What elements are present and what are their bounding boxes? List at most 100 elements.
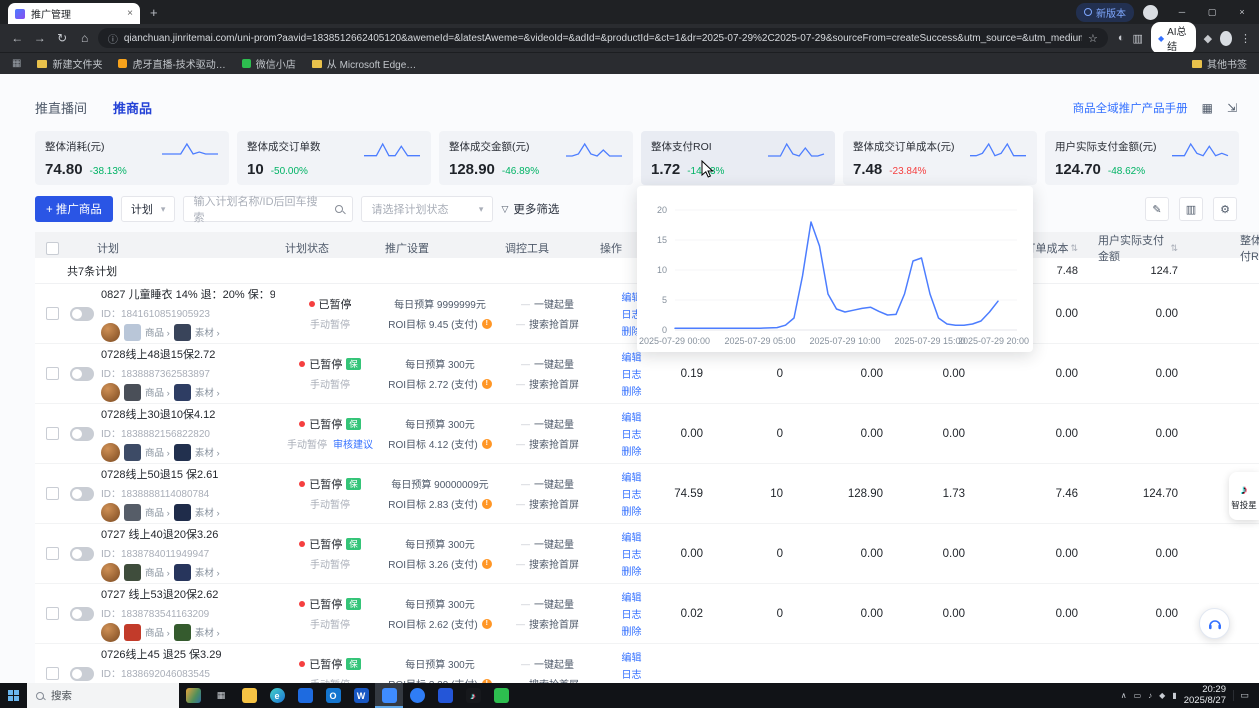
product-link[interactable]: 商品 › (145, 325, 170, 339)
tray-volume-icon[interactable]: ♪ (1148, 691, 1152, 700)
row-checkbox[interactable] (46, 307, 59, 320)
home-icon[interactable]: ⌂ (75, 31, 93, 45)
plan-toggle[interactable] (70, 427, 94, 441)
word-icon[interactable]: W (347, 683, 375, 708)
refresh-icon[interactable]: ↻ (53, 31, 71, 45)
new-tab-button[interactable]: + (150, 5, 158, 20)
review-suggestion-link[interactable]: 审核建议 (333, 436, 373, 451)
site-info-icon[interactable]: ⓘ (108, 31, 118, 46)
plan-toggle[interactable] (70, 607, 94, 621)
extensions-icon[interactable]: ◆ (1204, 32, 1212, 45)
forward-icon[interactable]: → (30, 31, 48, 45)
action-link[interactable]: 日志 (622, 486, 642, 501)
browser-menu-icon[interactable]: ⋮ (1240, 32, 1251, 45)
product-manual-link[interactable]: 商品全域推广产品手册 (1073, 100, 1188, 116)
tool-item[interactable]: —一键起量 (521, 356, 574, 371)
tool-item[interactable]: —一键起量 (521, 416, 574, 431)
app-blue2-icon[interactable] (431, 683, 459, 708)
tool-item[interactable]: —搜索抢首屏 (516, 616, 579, 631)
product-link[interactable]: 商品 › (145, 565, 170, 579)
plan-name[interactable]: 0727 线上40退20保3.26 (101, 526, 220, 542)
stat-card[interactable]: 整体成交订单成本(元)7.48-23.84% (843, 131, 1037, 185)
tab-close-icon[interactable]: × (127, 8, 133, 19)
action-link[interactable]: 编辑 (622, 409, 642, 424)
start-button[interactable] (0, 683, 27, 708)
material-link[interactable]: 素材 › (195, 325, 220, 339)
tool-item[interactable]: —搜索抢首屏 (516, 676, 579, 683)
stat-card[interactable]: 整体成交金额(元)128.90-46.89% (439, 131, 633, 185)
product-link[interactable]: 商品 › (145, 625, 170, 639)
tool-item[interactable]: —一键起量 (521, 596, 574, 611)
window-close-button[interactable]: × (1227, 0, 1257, 24)
material-link[interactable]: 素材 › (195, 625, 220, 639)
more-filters-button[interactable]: ▽ 更多筛选 (501, 201, 559, 217)
plan-name[interactable]: 0727 线上53退20保2.62 (101, 586, 220, 602)
plan-status-select[interactable]: 请选择计划状态 ▾ (361, 196, 493, 222)
sort-icon[interactable]: ⇅ (1170, 243, 1178, 254)
tab-promote-product[interactable]: 推商品 (113, 98, 152, 117)
row-checkbox[interactable] (46, 667, 59, 680)
plan-type-select[interactable]: 计划 ▾ (121, 196, 176, 222)
plan-name[interactable]: 0728线上30退10保4.12 (101, 406, 220, 422)
plan-name[interactable]: 0728线上48退15保2.72 (101, 346, 220, 362)
tool-item[interactable]: —搜索抢首屏 (516, 556, 579, 571)
task-view-icon[interactable]: ▦ (207, 683, 235, 708)
material-link[interactable]: 素材 › (195, 565, 220, 579)
widgets-thumbnail[interactable] (179, 683, 207, 708)
plan-toggle[interactable] (70, 547, 94, 561)
stat-card[interactable]: 整体消耗(元)74.80-38.13% (35, 131, 229, 185)
browser-essentials-icon[interactable]: ◐ (1118, 32, 1125, 44)
tool-item[interactable]: —搜索抢首屏 (516, 496, 579, 511)
action-link[interactable]: 编辑 (622, 469, 642, 484)
bookmark-item[interactable]: 从 Microsoft Edge… (312, 56, 416, 71)
tiktok-icon[interactable]: ♪ (459, 683, 487, 708)
plan-toggle[interactable] (70, 487, 94, 501)
grid-view-icon[interactable]: ▦ (1202, 101, 1213, 115)
promote-product-button[interactable]: + 推广商品 (35, 196, 113, 222)
row-checkbox[interactable] (46, 427, 59, 440)
tool-item[interactable]: —一键起量 (521, 296, 574, 311)
assistant-widget[interactable]: ♪ 智投星 (1229, 472, 1259, 520)
favorite-star-icon[interactable]: ☆ (1088, 32, 1098, 45)
plan-toggle[interactable] (70, 367, 94, 381)
row-checkbox[interactable] (46, 607, 59, 620)
tool-item[interactable]: —搜索抢首屏 (516, 316, 579, 331)
action-link[interactable]: 日志 (622, 606, 642, 621)
metrics-columns-icon[interactable]: ▥ (1179, 197, 1203, 221)
bookmark-item[interactable]: 微信小店 (242, 56, 296, 71)
stat-card[interactable]: 用户实际支付金额(元)124.70-48.62% (1045, 131, 1239, 185)
action-link[interactable]: 删除 (622, 563, 642, 578)
taskbar-clock[interactable]: 20:29 2025/8/27 (1184, 685, 1226, 706)
material-link[interactable]: 素材 › (195, 385, 220, 399)
app-blue-icon[interactable] (403, 683, 431, 708)
window-minimize-button[interactable]: ─ (1167, 0, 1197, 24)
bookmark-item[interactable]: 新建文件夹 (37, 56, 102, 71)
action-link[interactable]: 删除 (622, 383, 642, 398)
plan-toggle[interactable] (70, 307, 94, 321)
bookmark-item[interactable]: 虎牙直播-技术驱动… (118, 56, 225, 71)
wechat-icon[interactable] (487, 683, 515, 708)
action-link[interactable]: 日志 (622, 426, 642, 441)
table-settings-icon[interactable]: ⚙ (1213, 197, 1237, 221)
row-checkbox[interactable] (46, 487, 59, 500)
tray-battery-icon[interactable]: ▮ (1172, 691, 1176, 700)
tool-item[interactable]: —一键起量 (521, 536, 574, 551)
plan-name[interactable]: 0728线上50退15 保2.61 (101, 466, 220, 482)
row-checkbox[interactable] (46, 367, 59, 380)
search-input[interactable]: 输入计划名称/ID后回车搜索 (183, 196, 353, 222)
product-link[interactable]: 商品 › (145, 445, 170, 459)
plan-name[interactable]: 0726线上45 退25 保3.29 (101, 646, 221, 662)
plan-name[interactable]: 0827 儿童睡衣 14% 退：20% 保：9.92 (101, 286, 275, 302)
tool-item[interactable]: —一键起量 (521, 656, 574, 671)
action-link[interactable]: 日志 (622, 366, 642, 381)
profile-avatar[interactable] (1220, 31, 1232, 46)
tab-live-room[interactable]: 推直播间 (35, 98, 87, 117)
sort-icon[interactable]: ⇅ (1070, 243, 1078, 254)
outlook-icon[interactable]: O (319, 683, 347, 708)
material-link[interactable]: 素材 › (195, 445, 220, 459)
apps-grid-icon[interactable]: ▦ (12, 58, 21, 69)
plan-toggle[interactable] (70, 667, 94, 681)
edge-browser-icon[interactable]: e (263, 683, 291, 708)
tool-item[interactable]: —一键起量 (521, 476, 574, 491)
fullscreen-icon[interactable]: ⇲ (1227, 101, 1237, 115)
